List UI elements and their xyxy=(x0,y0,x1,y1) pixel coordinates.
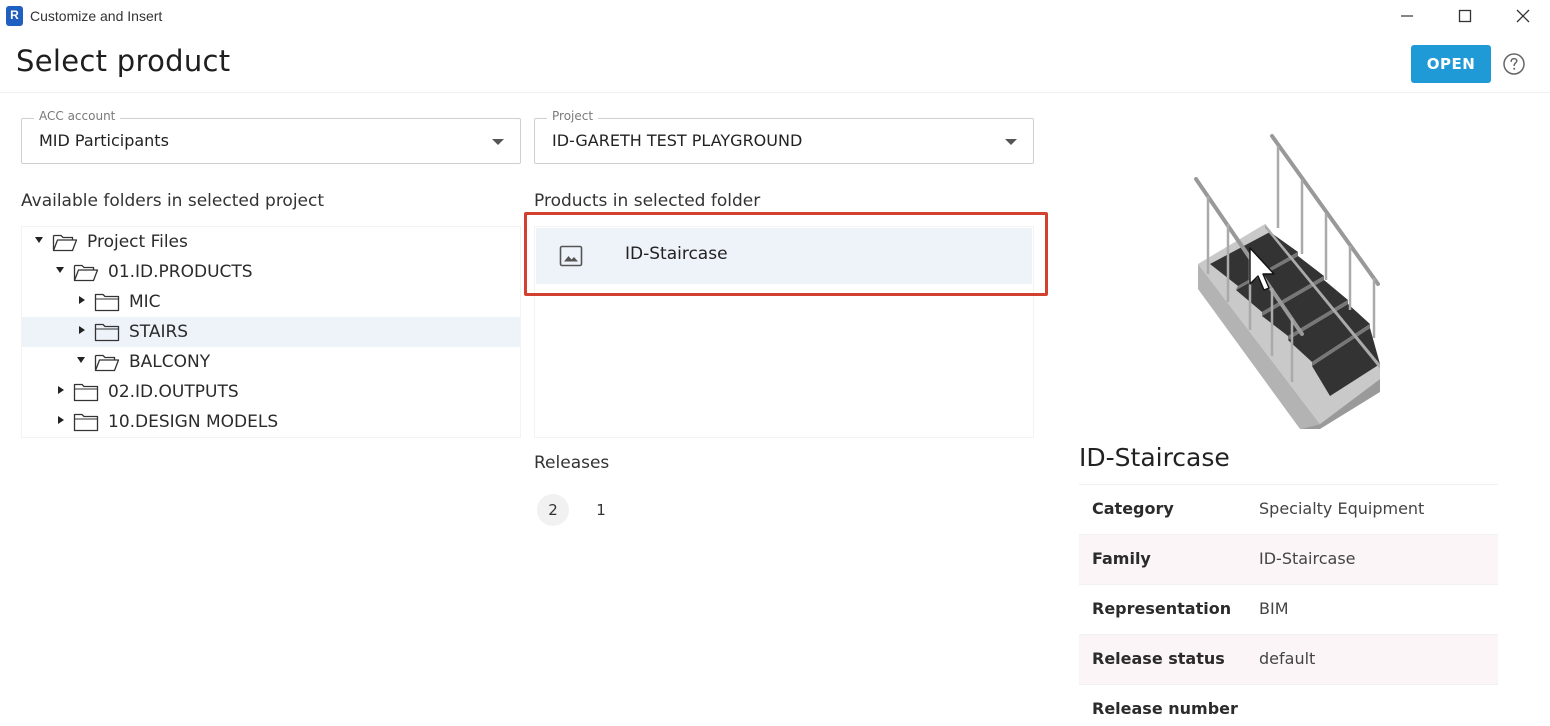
tree-item-label: 10.DESIGN MODELS xyxy=(108,412,279,432)
tree-item-label: 02.ID.OUTPUTS xyxy=(108,382,239,402)
acc-account-value: MID Participants xyxy=(39,131,169,150)
maximize-button[interactable] xyxy=(1436,0,1494,32)
project-value: ID-GARETH TEST PLAYGROUND xyxy=(552,131,803,150)
tree-item-label: Project Files xyxy=(87,232,188,252)
releases-heading: Releases xyxy=(534,453,610,473)
tree-item-mic[interactable]: MIC xyxy=(22,287,520,317)
close-icon xyxy=(1516,9,1530,23)
maximize-icon xyxy=(1458,9,1472,23)
tree-item-label: BALCONY xyxy=(129,352,211,372)
detail-key: Category xyxy=(1092,499,1174,518)
tree-item-10-design-models[interactable]: 10.DESIGN MODELS xyxy=(22,407,520,437)
tree-item-project-files[interactable]: Project Files xyxy=(22,227,520,257)
detail-key: Family xyxy=(1092,549,1151,568)
window-title: Customize and Insert xyxy=(30,8,163,24)
release-chip[interactable]: 2 xyxy=(537,494,569,526)
detail-row-release-number: Release number xyxy=(1079,684,1498,726)
minimize-button[interactable] xyxy=(1378,0,1436,32)
detail-key: Representation xyxy=(1092,599,1232,618)
detail-key: Release number xyxy=(1092,699,1238,718)
folders-heading: Available folders in selected project xyxy=(21,191,325,211)
header-divider xyxy=(0,92,1550,93)
tree-item-stairs[interactable]: STAIRS xyxy=(22,317,520,347)
caret-right-icon[interactable] xyxy=(58,386,64,394)
close-button[interactable] xyxy=(1494,0,1550,32)
caret-down-icon[interactable] xyxy=(77,357,85,363)
caret-down-icon[interactable] xyxy=(35,237,43,243)
detail-value: ID-Staircase xyxy=(1259,549,1356,568)
highlight-annotation xyxy=(524,212,1048,296)
tree-item-01-id-products[interactable]: 01.ID.PRODUCTS xyxy=(22,257,520,287)
tree-item-balcony[interactable]: BALCONY xyxy=(22,347,520,377)
project-dropdown[interactable]: Project ID-GARETH TEST PLAYGROUND xyxy=(534,109,1034,164)
folder-icon xyxy=(73,413,99,432)
caret-down-icon[interactable] xyxy=(56,267,64,273)
product-preview-image xyxy=(1194,134,1380,429)
folder-icon xyxy=(94,323,120,342)
folder-open-icon xyxy=(52,234,78,252)
detail-title: ID-Staircase xyxy=(1079,443,1230,472)
caret-right-icon[interactable] xyxy=(58,416,64,424)
product-details-table: Category Specialty Equipment Family ID-S… xyxy=(1079,484,1498,726)
detail-value: Specialty Equipment xyxy=(1259,499,1425,518)
release-chip[interactable]: 1 xyxy=(585,494,617,526)
minimize-icon xyxy=(1401,15,1413,17)
folder-icon xyxy=(73,383,99,402)
page-title: Select product xyxy=(16,44,231,78)
tree-item-02-id-outputs[interactable]: 02.ID.OUTPUTS xyxy=(22,377,520,407)
folder-tree: Project Files 01.ID.PRODUCTS MIC STAIRS xyxy=(21,226,521,438)
detail-row-release-status: Release status default xyxy=(1079,634,1498,684)
chevron-down-icon xyxy=(492,139,504,145)
folder-icon xyxy=(94,293,120,312)
tree-item-label: MIC xyxy=(129,292,161,312)
open-button[interactable]: OPEN xyxy=(1411,45,1491,83)
detail-key: Release status xyxy=(1092,649,1225,668)
products-heading: Products in selected folder xyxy=(534,191,761,211)
help-icon[interactable] xyxy=(1502,52,1526,76)
app-icon: R xyxy=(6,6,23,26)
tree-item-label: 01.ID.PRODUCTS xyxy=(108,262,253,282)
acc-account-dropdown[interactable]: ACC account MID Participants xyxy=(21,109,521,164)
detail-row-category: Category Specialty Equipment xyxy=(1079,484,1498,534)
acc-account-label: ACC account xyxy=(34,109,121,123)
chevron-down-icon xyxy=(1005,139,1017,145)
detail-row-family: Family ID-Staircase xyxy=(1079,534,1498,584)
detail-value: default xyxy=(1259,649,1316,668)
folder-open-icon xyxy=(73,264,99,282)
title-bar: R Customize and Insert xyxy=(0,0,1550,32)
tree-item-label: STAIRS xyxy=(129,322,189,342)
detail-row-representation: Representation BIM xyxy=(1079,584,1498,634)
caret-right-icon[interactable] xyxy=(79,296,85,304)
detail-value: BIM xyxy=(1259,599,1289,618)
project-label: Project xyxy=(547,109,599,123)
folder-open-icon xyxy=(94,354,120,372)
caret-right-icon[interactable] xyxy=(79,326,85,334)
